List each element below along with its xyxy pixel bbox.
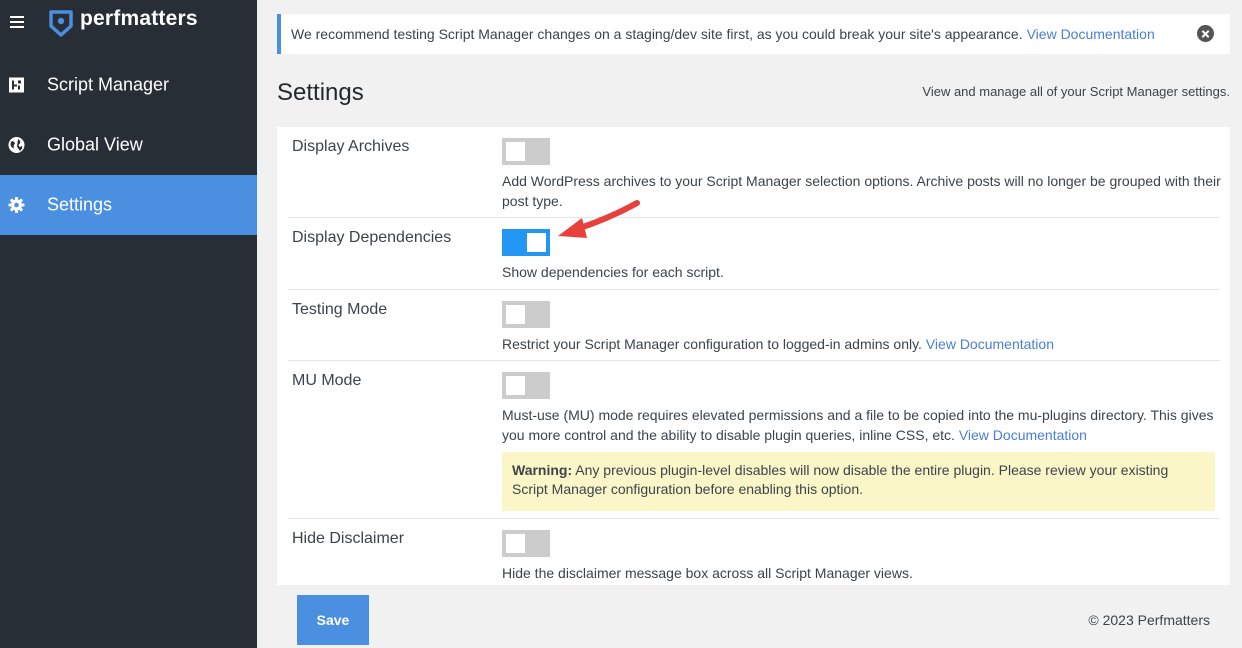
setting-row-display-archives: Display Archives Add WordPress archives … <box>288 127 1221 218</box>
perfmatters-logo-icon <box>49 10 73 37</box>
close-icon[interactable] <box>1197 25 1214 42</box>
testing-mode-documentation-link[interactable]: View Documentation <box>926 336 1054 352</box>
warning-title: Warning: <box>512 462 573 478</box>
hide-disclaimer-toggle[interactable] <box>502 530 550 557</box>
setting-row-display-dependencies: Display Dependencies Show dependencies f… <box>288 218 1220 290</box>
setting-description: Restrict your Script Manager configurati… <box>502 334 1222 354</box>
mu-mode-toggle[interactable] <box>502 372 550 399</box>
setting-label: Hide Disclaimer <box>292 530 405 547</box>
settings-panel: Display Archives Add WordPress archives … <box>277 127 1230 585</box>
sidebar: perfmatters Script Manager Global View S… <box>0 0 257 648</box>
sidebar-item-settings[interactable]: Settings <box>0 175 257 235</box>
mu-mode-documentation-link[interactable]: View Documentation <box>959 427 1087 443</box>
sidebar-item-label: Settings <box>47 194 113 215</box>
setting-description: Hide the disclaimer message box across a… <box>502 565 913 581</box>
annotation-arrow-icon <box>558 200 640 238</box>
menu-icon[interactable] <box>10 16 24 28</box>
save-button[interactable]: Save <box>297 595 369 645</box>
sidebar-item-label: Script Manager <box>47 74 170 95</box>
notice-documentation-link[interactable]: View Documentation <box>1027 26 1155 42</box>
sidebar-item-script-manager[interactable]: Script Manager <box>0 55 257 115</box>
brand-header: perfmatters <box>0 0 257 46</box>
setting-row-hide-disclaimer: Hide Disclaimer Hide the disclaimer mess… <box>288 519 1220 585</box>
setting-description: Must-use (MU) mode requires elevated per… <box>502 405 1222 445</box>
setting-label: MU Mode <box>292 372 362 389</box>
notice-text: We recommend testing Script Manager chan… <box>291 26 1023 42</box>
setting-description-text: Restrict your Script Manager configurati… <box>502 336 922 352</box>
setting-row-mu-mode: MU Mode Must-use (MU) mode requires elev… <box>288 361 1220 519</box>
brand-name: perfmatters <box>80 7 198 30</box>
setting-label: Display Dependencies <box>292 229 452 246</box>
setting-label: Testing Mode <box>292 301 388 318</box>
testing-mode-toggle[interactable] <box>502 301 550 328</box>
setting-label: Display Archives <box>292 138 410 155</box>
gear-icon <box>8 197 25 213</box>
setting-description: Show dependencies for each script. <box>502 264 724 280</box>
sidebar-item-global-view[interactable]: Global View <box>0 115 257 175</box>
display-archives-toggle[interactable] <box>502 138 550 165</box>
setting-row-testing-mode: Testing Mode Restrict your Script Manage… <box>288 290 1220 361</box>
page-title: Settings <box>277 79 364 106</box>
script-manager-icon <box>9 77 24 93</box>
page-description: View and manage all of your Script Manag… <box>922 84 1230 99</box>
mu-mode-warning: Warning: Any previous plugin-level disab… <box>502 452 1215 511</box>
globe-icon <box>8 137 25 153</box>
display-dependencies-toggle[interactable] <box>502 229 550 256</box>
setting-description-text: Must-use (MU) mode requires elevated per… <box>502 407 1214 443</box>
warning-text: Any previous plugin-level disables will … <box>512 462 1169 497</box>
staging-notice: We recommend testing Script Manager chan… <box>277 14 1230 54</box>
sidebar-item-label: Global View <box>47 134 143 155</box>
copyright-text: © 2023 Perfmatters <box>1088 612 1210 628</box>
